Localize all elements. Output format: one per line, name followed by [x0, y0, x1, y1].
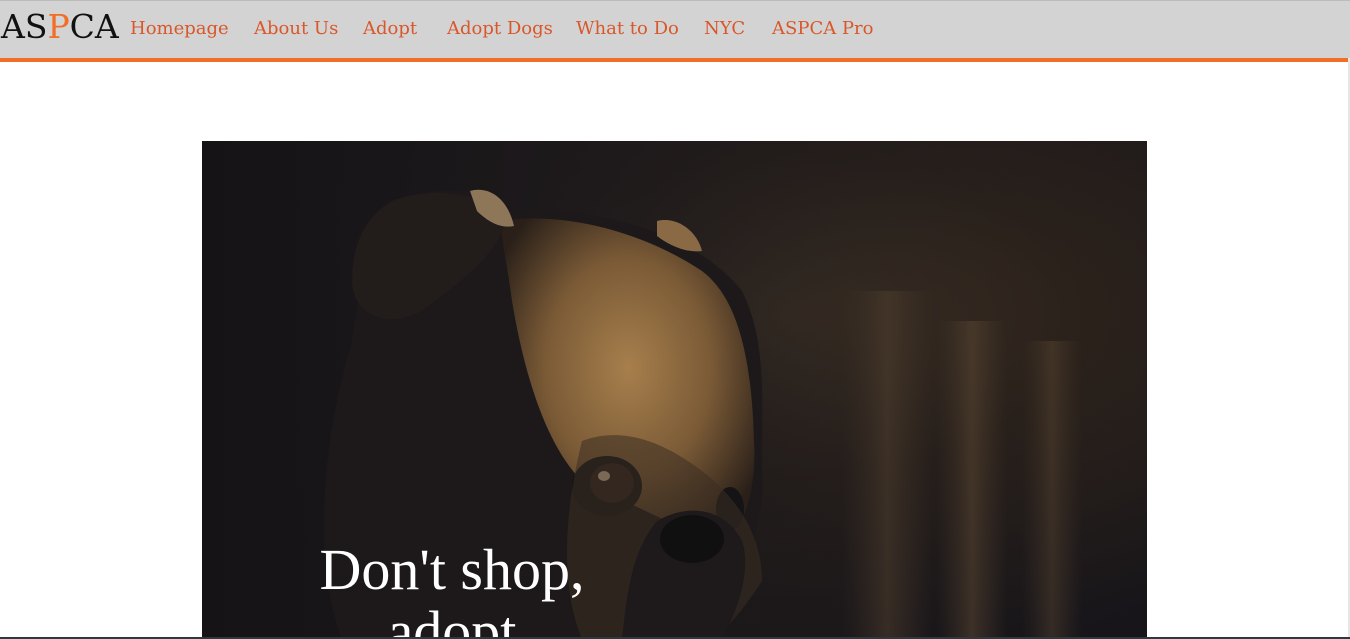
logo-text-prefix: AS: [1, 7, 48, 46]
logo-text-accent: P: [47, 7, 70, 46]
aspca-logo[interactable]: ASPCA: [1, 7, 119, 47]
nav-link-what-to-do[interactable]: What to Do: [576, 18, 679, 40]
nav-link-nyc[interactable]: NYC: [704, 18, 745, 40]
hero-headline: Don't shop, adopt: [202, 539, 702, 639]
logo-text-suffix: CA: [69, 7, 119, 46]
nav-link-about-us[interactable]: About Us: [254, 18, 338, 40]
hero-headline-line2: adopt: [387, 599, 517, 639]
hero-headline-line1: Don't shop,: [319, 537, 585, 602]
hero-banner: Don't shop, adopt: [202, 141, 1147, 639]
top-navbar: ASPCA Homepage About Us Adopt Adopt Dogs…: [0, 0, 1350, 62]
nav-link-homepage[interactable]: Homepage: [130, 18, 229, 40]
nav-link-aspca-pro[interactable]: ASPCA Pro: [772, 18, 874, 40]
nav-link-adopt[interactable]: Adopt: [363, 18, 417, 40]
nav-link-adopt-dogs[interactable]: Adopt Dogs: [447, 18, 553, 40]
